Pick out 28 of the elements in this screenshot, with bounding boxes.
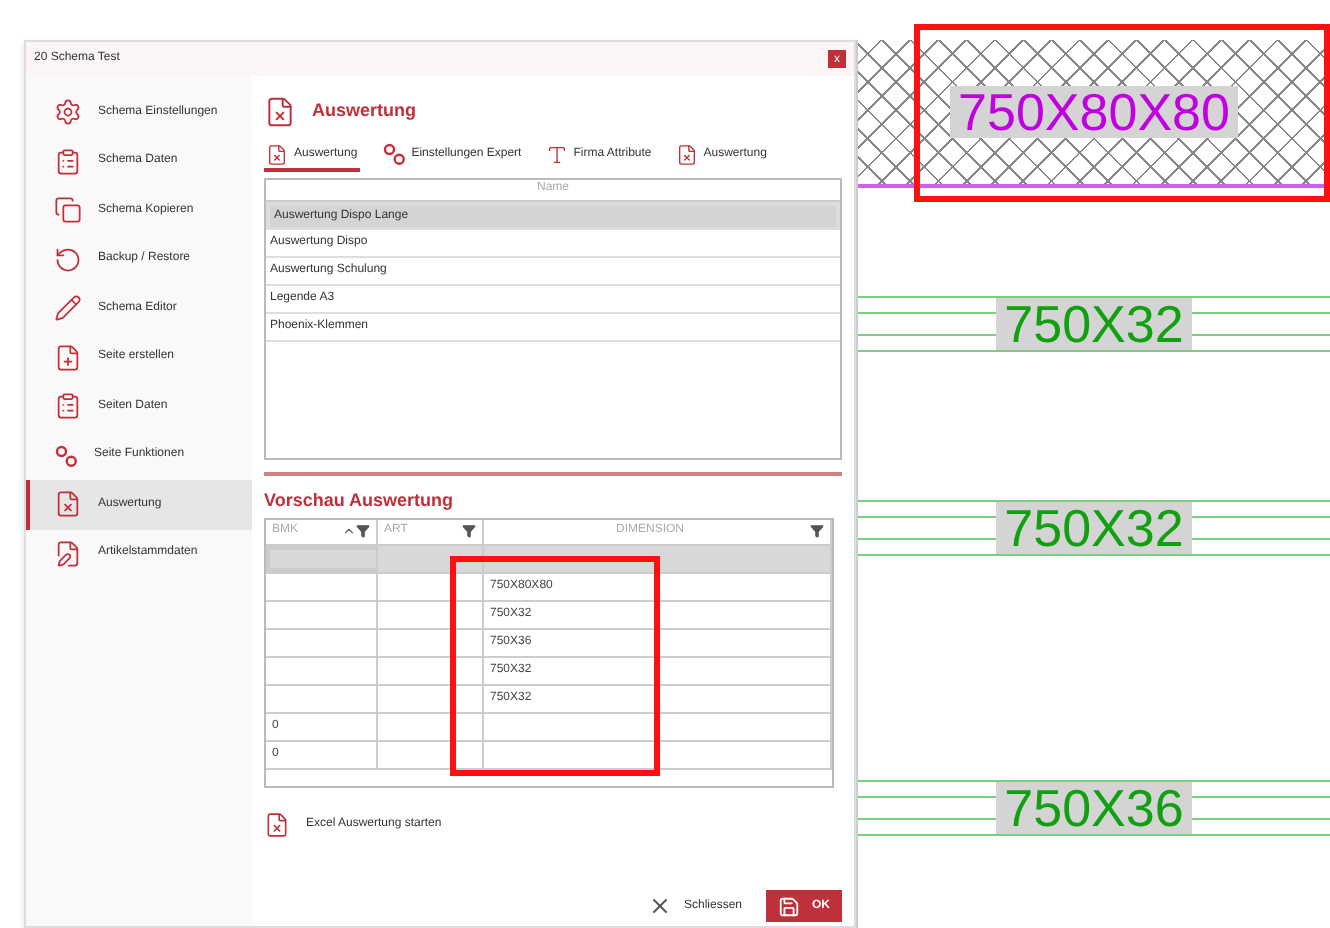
dimension-label: 750X80X80 xyxy=(950,86,1238,138)
excel-file-icon xyxy=(266,143,288,165)
clipboard-icon xyxy=(54,392,82,421)
sort-icon xyxy=(342,524,356,538)
gear-icon xyxy=(54,98,82,127)
clipboard-icon xyxy=(54,147,82,176)
page-title: Auswertung xyxy=(312,98,417,125)
excel-file-icon xyxy=(675,143,698,165)
filter-icon xyxy=(462,524,476,538)
excel-file-icon xyxy=(54,490,82,519)
font-icon xyxy=(545,143,568,165)
circles-icon xyxy=(381,142,406,166)
save-icon xyxy=(778,895,800,917)
excel-file-icon xyxy=(264,96,296,128)
dimension-label: 750X36 xyxy=(996,782,1192,834)
filter-icon xyxy=(810,524,824,538)
close-icon xyxy=(647,894,672,918)
dimension-label: 750X32 xyxy=(996,298,1192,350)
file-edit-icon xyxy=(54,539,82,568)
copy-icon xyxy=(54,196,82,225)
restore-icon xyxy=(54,245,82,274)
pencil-icon xyxy=(54,294,82,323)
excel-file-icon xyxy=(264,811,290,837)
section-title: Vorschau Auswertung xyxy=(264,488,456,514)
filter-icon xyxy=(356,524,370,538)
file-plus-icon xyxy=(54,343,82,372)
dimension-label: 750X32 xyxy=(996,502,1192,554)
circles-icon xyxy=(54,443,78,468)
